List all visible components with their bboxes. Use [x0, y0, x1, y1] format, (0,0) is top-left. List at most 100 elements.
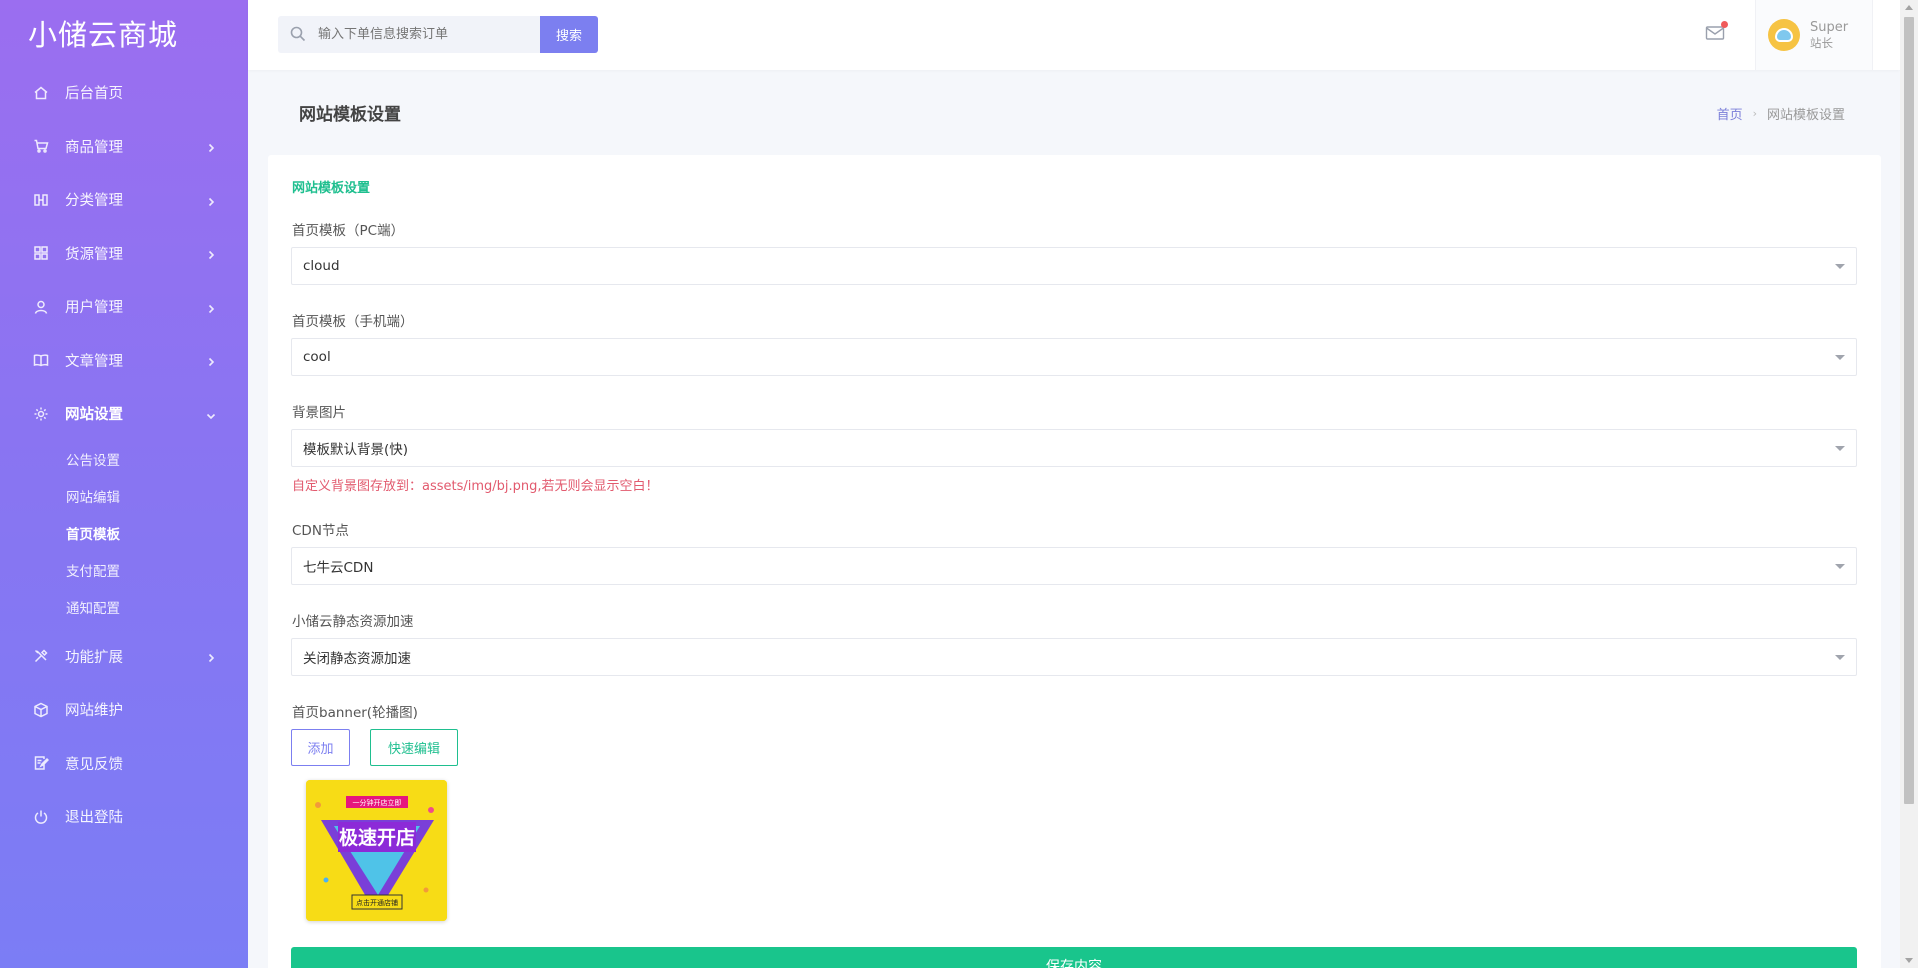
- breadcrumb: 首页 › 网站模板设置: [1717, 104, 1845, 123]
- sidebar-item-articles[interactable]: 文章管理: [0, 334, 248, 388]
- sidebar: 小储云商城 后台首页 商品管理 分类管理 货源管理 用户管理 文章管理 网站设置…: [0, 0, 248, 968]
- scroll-down-arrow-icon[interactable]: [1905, 958, 1913, 963]
- sidebar-item-maintenance[interactable]: 网站维护: [0, 683, 248, 737]
- submenu-item-site-edit[interactable]: 网站编辑: [0, 478, 248, 515]
- user-role: 站长: [1810, 36, 1833, 50]
- submenu-item-notification[interactable]: 通知配置: [0, 589, 248, 626]
- mail-icon[interactable]: [1705, 21, 1728, 44]
- chevron-right-icon: [206, 355, 216, 367]
- cdn-label: CDN节点: [292, 523, 349, 539]
- scroll-up-arrow-icon[interactable]: [1905, 5, 1913, 10]
- chevron-right-icon: [206, 302, 216, 313]
- chevron-right-icon: [206, 651, 216, 663]
- sidebar-item-label: 货源管理: [65, 246, 123, 263]
- chevron-right-icon: [206, 195, 216, 206]
- search-button[interactable]: 搜索: [540, 16, 598, 53]
- banner-thumbnail[interactable]: 一分钟开店立即 极速开店 点击开通店铺: [306, 780, 447, 921]
- sidebar-item-categories[interactable]: 分类管理: [0, 173, 248, 227]
- settings-card: 网站模板设置 首页模板（PC端） cloud 首页模板（手机端） cool 背景…: [268, 155, 1881, 968]
- pc-template-select[interactable]: cloud: [291, 247, 1857, 285]
- sidebar-item-home[interactable]: 后台首页: [0, 66, 248, 120]
- breadcrumb-home-link[interactable]: 首页: [1717, 104, 1743, 123]
- user-icon: [32, 298, 50, 316]
- pc-template-value: cloud: [303, 258, 340, 274]
- add-banner-button[interactable]: 添加: [291, 729, 350, 766]
- sidebar-item-label: 用户管理: [65, 300, 123, 317]
- sidebar-menu-lower: 功能扩展 网站维护 意见反馈 退出登陆: [0, 630, 248, 844]
- save-button[interactable]: 保存内容: [291, 947, 1857, 968]
- pc-template-label: 首页模板（PC端）: [292, 223, 405, 239]
- cdn-value: 七牛云CDN: [303, 560, 374, 576]
- sidebar-item-label: 网站维护: [65, 703, 123, 720]
- submenu-item-payment[interactable]: 支付配置: [0, 552, 248, 589]
- svg-text:一分钟开店立即: 一分钟开店立即: [353, 798, 402, 807]
- cdn-select[interactable]: 七牛云CDN: [291, 547, 1857, 585]
- user-menu[interactable]: Super 站长: [1755, 0, 1873, 70]
- sidebar-item-products[interactable]: 商品管理: [0, 120, 248, 174]
- caret-down-icon: [1835, 655, 1845, 660]
- book-icon: [32, 351, 50, 369]
- sidebar-item-users[interactable]: 用户管理: [0, 280, 248, 334]
- caret-down-icon: [1835, 264, 1845, 269]
- app-logo: 小储云商城: [28, 18, 179, 52]
- caret-down-icon: [1835, 355, 1845, 360]
- gear-icon: [32, 405, 50, 423]
- sidebar-item-extensions[interactable]: 功能扩展: [0, 630, 248, 684]
- page-title: 网站模板设置: [299, 105, 401, 125]
- card-title: 网站模板设置: [292, 181, 371, 196]
- sidebar-item-label: 退出登陆: [65, 810, 123, 827]
- chevron-right-icon: [206, 248, 216, 260]
- home-icon: [32, 84, 50, 102]
- sidebar-menu: 后台首页 商品管理 分类管理 货源管理 用户管理 文章管理 网站设置: [0, 66, 248, 441]
- power-icon: [32, 808, 50, 826]
- chevron-right-icon: [206, 141, 216, 153]
- sidebar-item-label: 分类管理: [65, 193, 123, 210]
- mobile-template-value: cool: [303, 349, 331, 365]
- box-icon: [32, 701, 50, 719]
- notification-dot: [1721, 21, 1728, 28]
- sidebar-item-label: 意见反馈: [65, 756, 123, 773]
- background-select[interactable]: 模板默认背景(快): [291, 429, 1857, 467]
- background-label: 背景图片: [292, 405, 346, 421]
- feedback-icon: [32, 754, 50, 772]
- columns-icon: [32, 191, 50, 209]
- caret-down-icon: [1835, 446, 1845, 451]
- scroll-thumb[interactable]: [1904, 17, 1914, 804]
- quick-edit-button[interactable]: 快速编辑: [370, 729, 458, 766]
- svg-text:极速开店: 极速开店: [339, 826, 415, 849]
- search-bar: 搜索: [278, 16, 598, 53]
- banner-image: 一分钟开店立即 极速开店 点击开通店铺: [306, 780, 447, 921]
- static-accel-select[interactable]: 关闭静态资源加速: [291, 638, 1857, 676]
- grid-icon: [32, 244, 50, 262]
- sidebar-item-logout[interactable]: 退出登陆: [0, 790, 248, 844]
- sidebar-item-label: 商品管理: [65, 139, 123, 156]
- top-header: 搜索 Super 站长: [248, 0, 1900, 70]
- caret-down-icon: [1835, 564, 1845, 569]
- breadcrumb-current: 网站模板设置: [1766, 108, 1845, 123]
- static-accel-value: 关闭静态资源加速: [303, 651, 411, 667]
- user-info: Super 站长: [1810, 20, 1848, 50]
- mobile-template-label: 首页模板（手机端）: [292, 314, 414, 330]
- site-settings-submenu: 公告设置 网站编辑 首页模板 支付配置 通知配置: [0, 441, 248, 630]
- avatar: [1768, 19, 1800, 51]
- sidebar-item-site-settings[interactable]: 网站设置: [0, 387, 248, 441]
- static-accel-label: 小储云静态资源加速: [292, 614, 414, 630]
- sidebar-item-label: 网站设置: [65, 407, 123, 424]
- sidebar-item-label: 功能扩展: [65, 649, 123, 666]
- user-name: Super: [1810, 20, 1849, 35]
- submenu-item-announcement[interactable]: 公告设置: [0, 441, 248, 478]
- background-hint: 自定义背景图存放到：assets/img/bj.png,若无则会显示空白！: [292, 479, 659, 494]
- chevron-down-icon: [206, 409, 216, 419]
- page-scrollbar[interactable]: [1900, 0, 1918, 968]
- submenu-item-home-template[interactable]: 首页模板: [0, 515, 248, 552]
- sidebar-item-feedback[interactable]: 意见反馈: [0, 737, 248, 791]
- sidebar-item-supply[interactable]: 货源管理: [0, 227, 248, 281]
- mobile-template-select[interactable]: cool: [291, 338, 1857, 376]
- search-input[interactable]: [278, 16, 540, 53]
- sidebar-item-label: 文章管理: [65, 353, 123, 370]
- search-icon: [290, 26, 306, 42]
- background-value: 模板默认背景(快): [303, 442, 409, 458]
- svg-text:点击开通店铺: 点击开通店铺: [356, 898, 398, 907]
- cart-icon: [32, 137, 50, 155]
- breadcrumb-separator-icon: ›: [1752, 107, 1757, 120]
